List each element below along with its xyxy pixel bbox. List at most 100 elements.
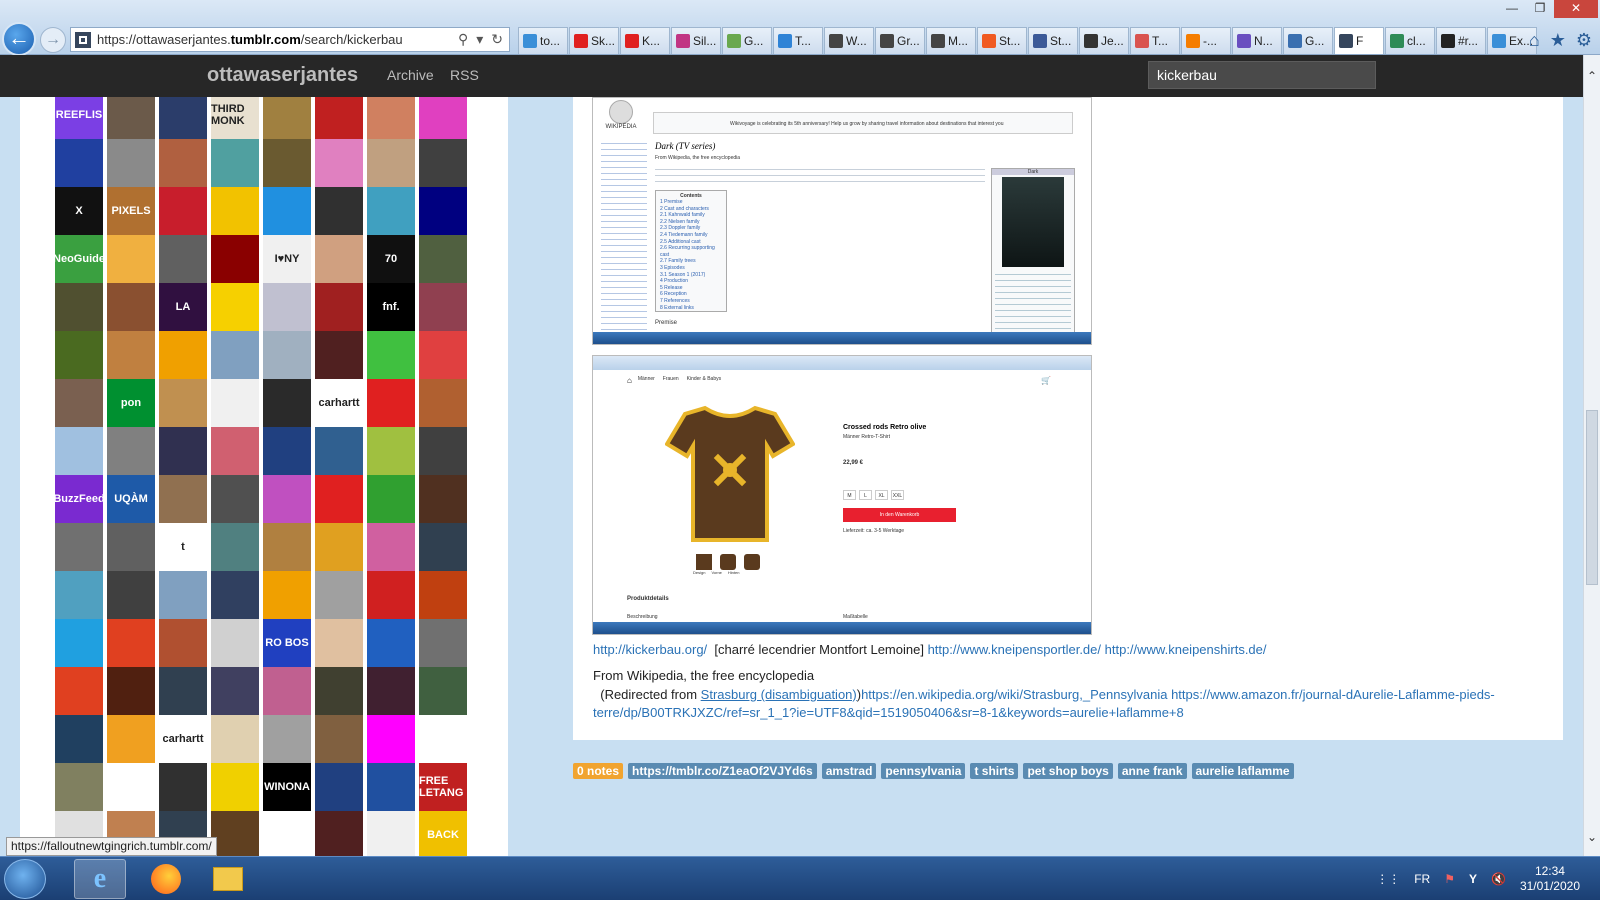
avatar[interactable] (419, 187, 467, 235)
avatar[interactable] (315, 811, 363, 857)
avatar[interactable] (419, 667, 467, 715)
avatar[interactable]: NeoGuide (55, 235, 103, 283)
avatar[interactable] (263, 523, 311, 571)
avatar[interactable] (211, 763, 259, 811)
browser-tab[interactable]: Je... (1079, 27, 1129, 54)
tray-overflow-icon[interactable]: ⋮⋮ (1376, 872, 1400, 886)
contents-item[interactable]: 2.4 Tiedemann family (660, 232, 722, 239)
avatar[interactable] (315, 331, 363, 379)
avatar[interactable] (419, 571, 467, 619)
avatar[interactable] (211, 235, 259, 283)
kneipenshirts-link[interactable]: http://www.kneipenshirts.de/ (1105, 642, 1267, 657)
avatar[interactable]: BACK (419, 811, 467, 857)
avatar[interactable] (367, 97, 415, 139)
browser-tab[interactable]: M... (926, 27, 976, 54)
avatar[interactable] (159, 97, 207, 139)
avatar[interactable] (107, 619, 155, 667)
avatar[interactable] (263, 187, 311, 235)
contents-item[interactable]: 2.2 Nielsen family (660, 219, 722, 226)
settings-gear-icon[interactable]: ⚙ (1576, 30, 1592, 51)
avatar[interactable] (315, 97, 363, 139)
avatar[interactable] (55, 571, 103, 619)
avatar[interactable] (159, 427, 207, 475)
browser-tab[interactable]: Sk... (569, 27, 619, 54)
avatar[interactable] (367, 571, 415, 619)
avatar[interactable] (263, 427, 311, 475)
avatar[interactable]: UQÀM (107, 475, 155, 523)
shop-nav-item[interactable]: Männer (638, 376, 655, 385)
strasburg-disambiguation-link[interactable]: Strasburg (disambiguation) (701, 687, 857, 702)
avatar[interactable] (367, 139, 415, 187)
avatar[interactable] (315, 523, 363, 571)
avatar[interactable]: I♥NY (263, 235, 311, 283)
home-icon[interactable]: ⌂ (1529, 30, 1540, 51)
avatar[interactable] (263, 97, 311, 139)
avatar[interactable] (263, 331, 311, 379)
file-explorer-taskbar-icon[interactable] (202, 859, 254, 899)
size-option[interactable]: XL (875, 490, 888, 500)
avatar[interactable] (107, 667, 155, 715)
avatar[interactable] (367, 667, 415, 715)
avatar[interactable] (211, 667, 259, 715)
avatar[interactable] (159, 139, 207, 187)
avatar[interactable] (107, 763, 155, 811)
volume-muted-icon[interactable]: 🔇 (1491, 872, 1506, 886)
tag-link[interactable]: pet shop boys (1023, 763, 1113, 779)
avatar[interactable] (263, 811, 311, 857)
browser-tab[interactable]: K... (620, 27, 670, 54)
avatar[interactable] (159, 235, 207, 283)
avatar[interactable] (55, 331, 103, 379)
avatar[interactable] (107, 715, 155, 763)
minimize-button[interactable]: — (1498, 0, 1526, 18)
search-icon[interactable]: ⚲ (458, 31, 468, 48)
avatar[interactable] (55, 523, 103, 571)
contents-item[interactable]: 3 Episodes (660, 265, 722, 272)
clock[interactable]: 12:34 31/01/2020 (1520, 864, 1580, 894)
contents-item[interactable]: 2.7 Family trees (660, 258, 722, 265)
avatar[interactable] (419, 715, 467, 763)
avatar[interactable] (419, 331, 467, 379)
dropdown-icon[interactable]: ▾ (476, 31, 483, 48)
avatar[interactable] (107, 139, 155, 187)
language-indicator[interactable]: FR (1414, 872, 1430, 886)
favorites-star-icon[interactable]: ★ (1550, 30, 1566, 51)
avatar[interactable] (55, 379, 103, 427)
avatar[interactable] (367, 379, 415, 427)
avatar[interactable] (315, 427, 363, 475)
avatar[interactable] (419, 379, 467, 427)
avatar[interactable]: pon (107, 379, 155, 427)
avatar[interactable] (419, 427, 467, 475)
tag-link[interactable]: aurelie laflamme (1191, 763, 1294, 779)
thumb-back[interactable] (744, 554, 760, 570)
avatar[interactable] (263, 283, 311, 331)
close-button[interactable]: ✕ (1554, 0, 1598, 18)
avatar[interactable] (159, 475, 207, 523)
browser-tab[interactable]: #r... (1436, 27, 1486, 54)
tag-link[interactable]: amstrad (821, 763, 877, 779)
avatar[interactable] (107, 97, 155, 139)
avatar[interactable] (211, 475, 259, 523)
avatar[interactable] (315, 619, 363, 667)
avatar[interactable] (107, 571, 155, 619)
wikipedia-screenshot-image[interactable]: WIKIPEDIA Wikivoyage is celebrating its … (592, 97, 1092, 345)
avatar[interactable] (159, 379, 207, 427)
avatar[interactable] (211, 715, 259, 763)
browser-tab[interactable]: T... (1130, 27, 1180, 54)
blog-title[interactable]: ottawaserjantes (207, 64, 358, 87)
avatar[interactable] (263, 475, 311, 523)
notes-count[interactable]: 0 notes (573, 763, 624, 779)
avatar[interactable]: X (55, 187, 103, 235)
nav-archive-link[interactable]: Archive (387, 67, 434, 83)
contents-item[interactable]: 2.1 Kahnwald family (660, 212, 722, 219)
tag-link[interactable]: https://tmblr.co/Z1eaOf2VJYd6s (628, 763, 817, 779)
avatar[interactable] (419, 619, 467, 667)
internet-explorer-taskbar-icon[interactable]: e (74, 859, 126, 899)
tshirt-shop-screenshot-image[interactable]: ⌂ Männer Frauen Kinder & Babys 🛒 Design Vor… (592, 355, 1092, 635)
shop-nav-item[interactable]: Kinder & Babys (687, 376, 721, 385)
contents-item[interactable]: 2.3 Doppler family (660, 225, 722, 232)
browser-tab[interactable]: W... (824, 27, 874, 54)
avatar[interactable] (55, 139, 103, 187)
browser-tab[interactable]: T... (773, 27, 823, 54)
avatar[interactable]: REEFLIS (55, 97, 103, 139)
avatar[interactable] (315, 475, 363, 523)
